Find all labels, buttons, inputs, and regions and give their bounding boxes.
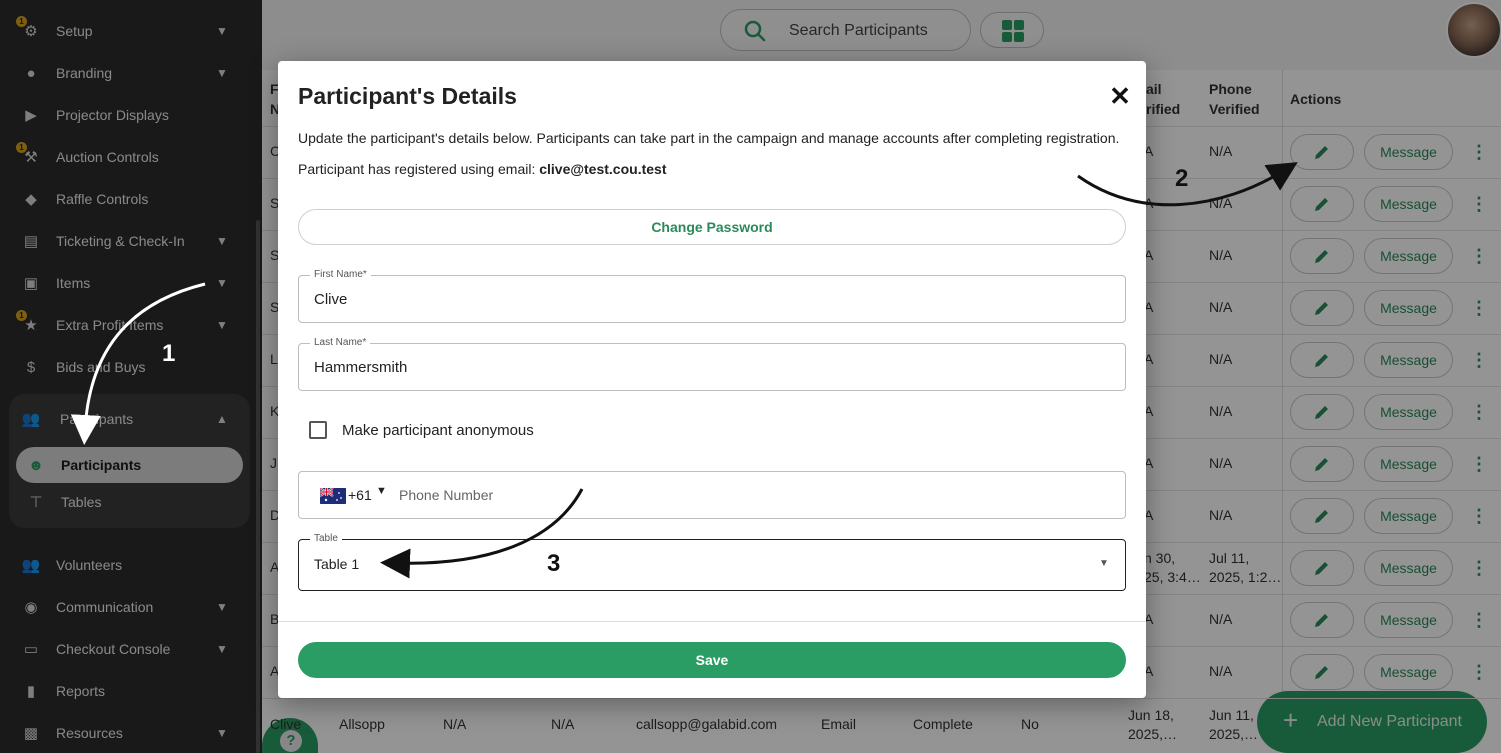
country-code: +61 <box>348 487 372 503</box>
phone-field[interactable]: +61 ▼ Phone Number <box>298 471 1126 519</box>
australia-flag-icon[interactable] <box>320 488 346 504</box>
first-name-field[interactable]: First Name* Clive <box>298 269 1126 323</box>
modal-description: Update the participant's details below. … <box>298 130 1120 146</box>
divider <box>278 621 1146 622</box>
registered-email-line: Participant has registered using email: … <box>298 161 667 177</box>
save-button[interactable]: Save <box>298 642 1126 678</box>
registered-prefix: Participant has registered using email: <box>298 161 540 177</box>
change-password-button[interactable]: Change Password <box>298 209 1126 245</box>
country-dropdown-icon[interactable]: ▼ <box>376 485 387 497</box>
anonymous-checkbox[interactable] <box>309 421 327 439</box>
phone-placeholder: Phone Number <box>399 487 494 503</box>
last-name-label: Last Name* <box>310 337 371 349</box>
table-label: Table <box>310 533 342 545</box>
first-name-value: Clive <box>314 291 348 308</box>
annotation-label-3: 3 <box>547 550 561 577</box>
close-icon[interactable]: ✕ <box>1108 83 1132 109</box>
registered-email: clive@test.cou.test <box>539 161 667 177</box>
last-name-value: Hammersmith <box>314 359 408 376</box>
dropdown-arrow-icon: ▼ <box>1099 558 1109 569</box>
last-name-field[interactable]: Last Name* Hammersmith <box>298 337 1126 391</box>
anonymous-label: Make participant anonymous <box>342 422 534 439</box>
first-name-label: First Name* <box>310 269 371 281</box>
annotation-label-2: 2 <box>1175 165 1189 192</box>
table-value: Table 1 <box>314 556 360 572</box>
annotation-label-1: 1 <box>162 340 176 367</box>
participant-details-modal: Participant's Details ✕ Update the parti… <box>278 61 1146 698</box>
table-select[interactable]: Table Table 1 ▼ <box>298 533 1126 591</box>
modal-title: Participant's Details <box>298 83 517 109</box>
